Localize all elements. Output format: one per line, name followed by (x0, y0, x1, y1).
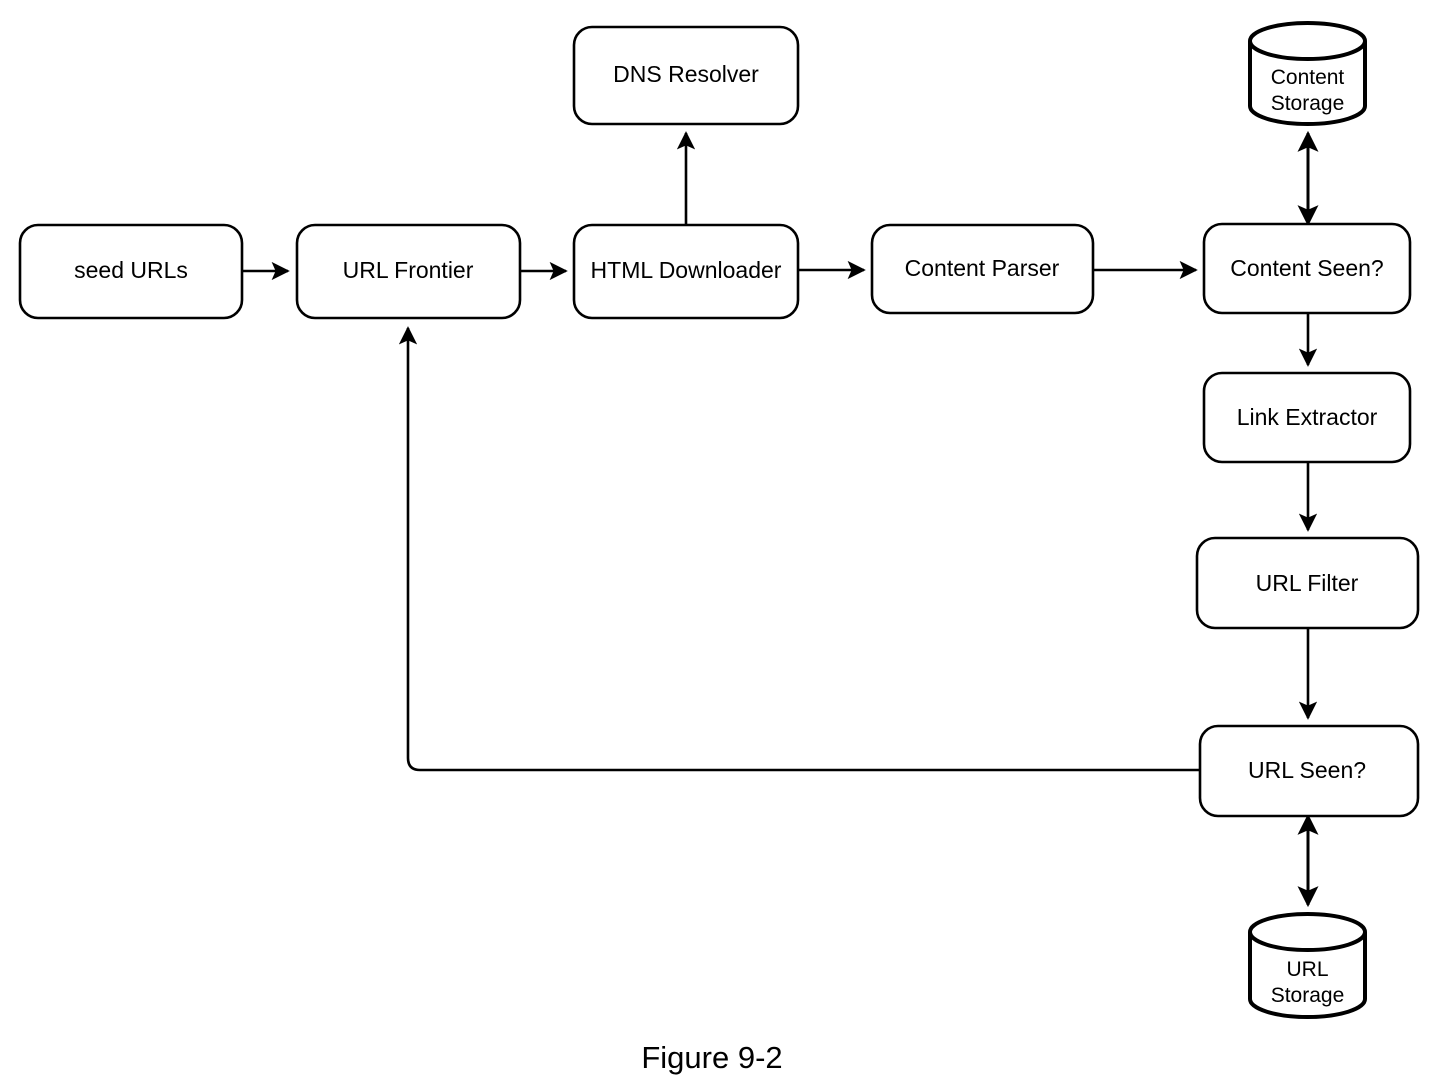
node-url-filter[interactable]: URL Filter (1195, 536, 1420, 630)
node-content-parser[interactable]: Content Parser (870, 223, 1095, 315)
node-url-seen-label: URL Seen? (1248, 757, 1366, 783)
flow-diagram: seed URLs URL Frontier HTML Downloader D… (18, 21, 1420, 1075)
node-seed-urls[interactable]: seed URLs (18, 223, 244, 320)
node-url-frontier-label: URL Frontier (343, 257, 474, 283)
url-storage-cylinder-top (1248, 912, 1367, 952)
content-storage-cylinder-top (1248, 21, 1367, 61)
node-seed-urls-label: seed URLs (74, 257, 188, 283)
node-url-seen[interactable]: URL Seen? (1198, 724, 1420, 818)
node-dns-resolver-label: DNS Resolver (613, 61, 759, 87)
node-url-frontier[interactable]: URL Frontier (295, 223, 522, 320)
nodes-layer: seed URLs URL Frontier HTML Downloader D… (18, 21, 1420, 1019)
content-storage-label-line1: Content (1271, 66, 1345, 89)
node-link-extractor-label: Link Extractor (1237, 404, 1378, 430)
url-storage-label-line1: URL (1286, 958, 1328, 981)
node-content-storage[interactable]: Content Storage (1248, 21, 1367, 126)
node-html-downloader[interactable]: HTML Downloader (572, 223, 800, 320)
node-link-extractor[interactable]: Link Extractor (1202, 371, 1412, 464)
node-content-seen-label: Content Seen? (1230, 255, 1383, 281)
node-url-storage[interactable]: URL Storage (1248, 912, 1367, 1019)
node-url-filter-label: URL Filter (1256, 570, 1359, 596)
node-content-seen[interactable]: Content Seen? (1202, 222, 1412, 315)
node-html-downloader-label: HTML Downloader (591, 257, 782, 283)
node-dns-resolver[interactable]: DNS Resolver (572, 25, 800, 126)
diagram-canvas: seed URLs URL Frontier HTML Downloader D… (0, 0, 1429, 1077)
node-content-parser-label: Content Parser (905, 255, 1060, 281)
content-storage-label-line2: Storage (1271, 92, 1345, 115)
url-storage-label-line2: Storage (1271, 984, 1345, 1007)
edge-url-seen-to-url-frontier (398, 326, 1200, 772)
figure-caption: Figure 9-2 (641, 1040, 782, 1075)
